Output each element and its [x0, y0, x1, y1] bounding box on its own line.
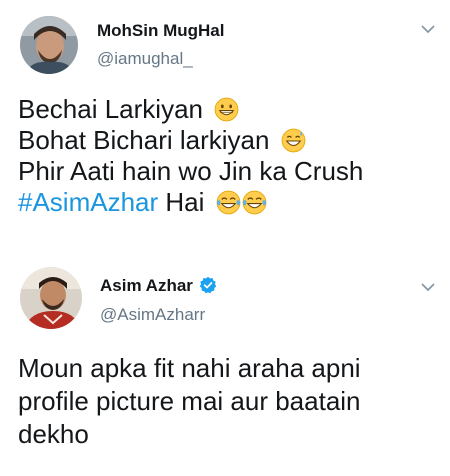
line-text: Phir Aati hain wo Jin ka Crush	[18, 156, 364, 186]
verified-badge-icon	[199, 276, 217, 294]
chevron-down-icon[interactable]	[421, 282, 435, 292]
tweet-line: Phir Aati hain wo Jin ka Crush	[18, 156, 363, 187]
tears-of-joy-emoji	[216, 190, 241, 215]
chevron-down-icon[interactable]	[421, 24, 435, 34]
handle[interactable]: @iamughal_	[97, 49, 193, 69]
tweet-line: profile picture mai aur baatain	[18, 386, 361, 416]
handle[interactable]: @AsimAzharr	[100, 305, 205, 325]
grinning-face-emoji	[214, 97, 239, 122]
line-text: Bechai Larkiyan	[18, 94, 203, 124]
profile-photo	[20, 267, 82, 329]
display-name[interactable]: Asim Azhar	[100, 276, 217, 296]
tweet-line: Bechai Larkiyan	[18, 94, 363, 125]
profile-photo	[20, 16, 78, 74]
tweet-line: Bohat Bichari larkiyan	[18, 125, 363, 156]
avatar[interactable]	[20, 16, 78, 74]
line-text: Hai	[158, 187, 205, 217]
tweet-line: dekho	[18, 419, 89, 449]
hashtag-link[interactable]: #AsimAzhar	[18, 187, 158, 217]
tweet-line: Moun apka fit nahi araha apni	[18, 353, 361, 383]
line-text: Bohat Bichari larkiyan	[18, 125, 270, 155]
tweet-text: Moun apka fit nahi araha apni profile pi…	[18, 352, 361, 451]
tweet-line: #AsimAzhar Hai	[18, 187, 363, 218]
display-name-text: Asim Azhar	[100, 276, 193, 295]
tears-of-joy-emoji	[242, 190, 267, 215]
grinning-sweat-emoji	[281, 128, 306, 153]
avatar[interactable]	[20, 267, 82, 329]
tweet-text: Bechai Larkiyan Bohat Bichari larkiyan P…	[18, 94, 363, 218]
display-name[interactable]: MohSin MugHal	[97, 21, 224, 41]
